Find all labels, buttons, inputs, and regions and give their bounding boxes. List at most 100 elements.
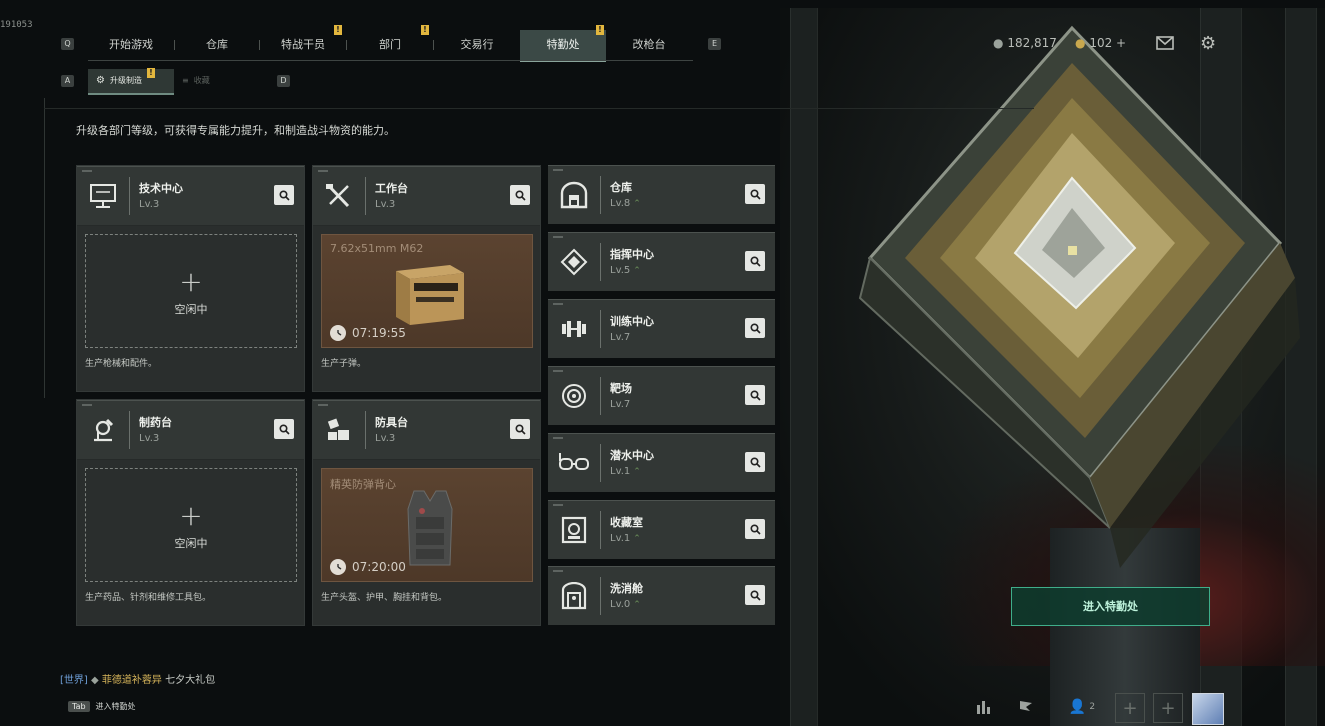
tab-key-hint[interactable]: Tab 进入特勤处: [68, 701, 136, 712]
token-display[interactable]: ● 102 +: [1075, 36, 1126, 50]
facility-level: Lv.1 ⌃: [610, 533, 641, 544]
notification-badge: !: [146, 68, 155, 78]
nav-next-key[interactable]: E: [708, 38, 721, 50]
sub-nav: ⚙ 升级制造 ! ≡ 收藏: [88, 68, 245, 95]
search-icon[interactable]: [745, 318, 765, 338]
dept-level: Lv.3: [139, 433, 160, 444]
timer-icon: [330, 325, 346, 341]
facility-name: 潜水中心: [610, 449, 654, 462]
tab-warehouse[interactable]: 仓库: [175, 30, 259, 60]
command-icon: [548, 233, 600, 291]
search-icon[interactable]: [510, 185, 530, 205]
vest-image: [407, 490, 453, 566]
add-slot-button[interactable]: +: [1115, 693, 1145, 723]
facility-level: Lv.7: [610, 399, 631, 410]
facility-level: Lv.5 ⌃: [610, 265, 641, 276]
facility-shooting-range[interactable]: 靶场 Lv.7: [548, 366, 775, 425]
add-slot-button[interactable]: +: [1153, 693, 1183, 723]
search-icon[interactable]: [745, 184, 765, 204]
chat-channel: [世界]: [60, 675, 88, 686]
facility-warehouse[interactable]: 仓库 Lv.8 ⌃: [548, 165, 775, 224]
tab-trade[interactable]: 交易行: [434, 30, 520, 60]
dept-level: Lv.3: [139, 199, 160, 210]
facility-name: 洗消舱: [610, 582, 643, 595]
collection-icon: ≡: [182, 76, 189, 85]
settings-gear-icon[interactable]: ⚙: [1200, 33, 1216, 54]
facility-decon-chamber[interactable]: 洗消舱 Lv.0 ⌃: [548, 566, 775, 625]
vault-icon: [548, 501, 600, 559]
chat-text: 七夕大礼包: [165, 675, 216, 686]
tools-icon: [313, 167, 365, 225]
idle-label: 空闲中: [174, 537, 208, 550]
search-icon[interactable]: [745, 452, 765, 472]
dept-description: 生产枪械和配件。: [85, 359, 158, 369]
production-slot[interactable]: 精英防弹背心 07:20:00: [321, 468, 533, 582]
tab-gunsmith[interactable]: 改枪台: [606, 30, 692, 60]
idle-slot[interactable]: + 空闲中: [85, 468, 297, 582]
facility-dive-center[interactable]: 潜水中心 Lv.1 ⌃: [548, 433, 775, 492]
facility-level: Lv.0 ⌃: [610, 599, 641, 610]
timer-icon: [330, 559, 346, 575]
tab-operators[interactable]: 特战干员!: [260, 25, 346, 60]
armor-parts-icon: [313, 401, 365, 459]
friends-button[interactable]: 👤 2: [1062, 693, 1102, 721]
dept-card-pharmacy[interactable]: 制药台 Lv.3 + 空闲中 生产药品、针剂和维修工具包。: [76, 399, 305, 626]
main-nav: 开始游戏 仓库 特战干员! 部门! 交易行 特勤处! 改枪台: [88, 25, 692, 62]
search-icon[interactable]: [745, 251, 765, 271]
dept-card-armor-bench[interactable]: 防具台 Lv.3 精英防弹背心 07:20:00 生产头盔、护甲、胸挂和背包。: [312, 399, 541, 626]
upgrade-arrow-icon: ⌃: [633, 600, 641, 610]
dept-name: 技术中心: [139, 182, 183, 195]
nav-prev-key[interactable]: Q: [61, 38, 74, 50]
facility-level: Lv.7: [610, 332, 631, 343]
stats-icon[interactable]: [970, 693, 998, 721]
search-icon[interactable]: [510, 419, 530, 439]
token-icon: ●: [1075, 36, 1086, 50]
tab-hint-label: 进入特勤处: [95, 702, 136, 711]
ammo-box-image: [396, 265, 464, 325]
gear-icon: ⚙: [96, 75, 105, 86]
subtab-upgrade-craft[interactable]: ⚙ 升级制造 !: [88, 68, 174, 95]
dept-card-tech-center[interactable]: 技术中心 Lv.3 + 空闲中 生产枪械和配件。: [76, 165, 305, 392]
mail-icon[interactable]: [1156, 35, 1174, 54]
tab-start-game[interactable]: 开始游戏: [88, 30, 174, 60]
window-id: 191053: [0, 20, 33, 30]
target-icon: [548, 367, 600, 425]
tab-departments[interactable]: 部门!: [347, 25, 433, 60]
facility-collection-room[interactable]: 收藏室 Lv.1 ⌃: [548, 500, 775, 559]
idle-slot[interactable]: + 空闲中: [85, 234, 297, 348]
nav-underline: [88, 60, 693, 61]
page-description: 升级各部门等级，可获得专属能力提升，和制造战斗物资的能力。: [76, 124, 395, 137]
frame-line: [44, 108, 1034, 109]
production-slot[interactable]: 7.62x51mm M62 07:19:55: [321, 234, 533, 348]
world-chat-message[interactable]: [世界] ◆ 菲德道补蓉异 七夕大礼包: [60, 671, 215, 686]
enter-special-ops-button[interactable]: 进入特勤处: [1011, 587, 1210, 626]
dept-level: Lv.3: [375, 433, 396, 444]
flag-icon[interactable]: [1012, 693, 1040, 721]
idle-label: 空闲中: [174, 303, 208, 316]
upgrade-arrow-icon: ⌃: [633, 534, 641, 544]
facility-command-center[interactable]: 指挥中心 Lv.5 ⌃: [548, 232, 775, 291]
chat-badge-icon: ◆: [91, 675, 99, 686]
upgrade-arrow-icon: ⌃: [633, 199, 641, 209]
search-icon[interactable]: [745, 585, 765, 605]
search-icon[interactable]: [274, 419, 294, 439]
production-timer: 07:20:00: [330, 559, 406, 575]
search-icon[interactable]: [274, 185, 294, 205]
facility-training-center[interactable]: 训练中心 Lv.7: [548, 299, 775, 358]
computer-icon: [77, 167, 129, 225]
avatar[interactable]: [1192, 693, 1224, 725]
warehouse-icon: [548, 166, 600, 224]
dept-name: 工作台: [375, 182, 408, 195]
search-icon[interactable]: [745, 385, 765, 405]
dept-card-workbench[interactable]: 工作台 Lv.3 7.62x51mm M62 07:19:55 生产子弹。: [312, 165, 541, 392]
subnav-next-key[interactable]: D: [277, 75, 290, 87]
tab-special-ops[interactable]: 特勤处!: [520, 25, 606, 62]
facility-name: 指挥中心: [610, 248, 654, 261]
facility-name: 仓库: [610, 181, 632, 194]
dept-description: 生产头盔、护甲、胸挂和背包。: [321, 593, 448, 603]
search-icon[interactable]: [745, 519, 765, 539]
subnav-prev-key[interactable]: A: [61, 75, 74, 87]
facility-level: Lv.8 ⌃: [610, 198, 641, 209]
plus-icon: +: [179, 265, 203, 298]
subtab-collection[interactable]: ≡ 收藏: [174, 69, 245, 93]
